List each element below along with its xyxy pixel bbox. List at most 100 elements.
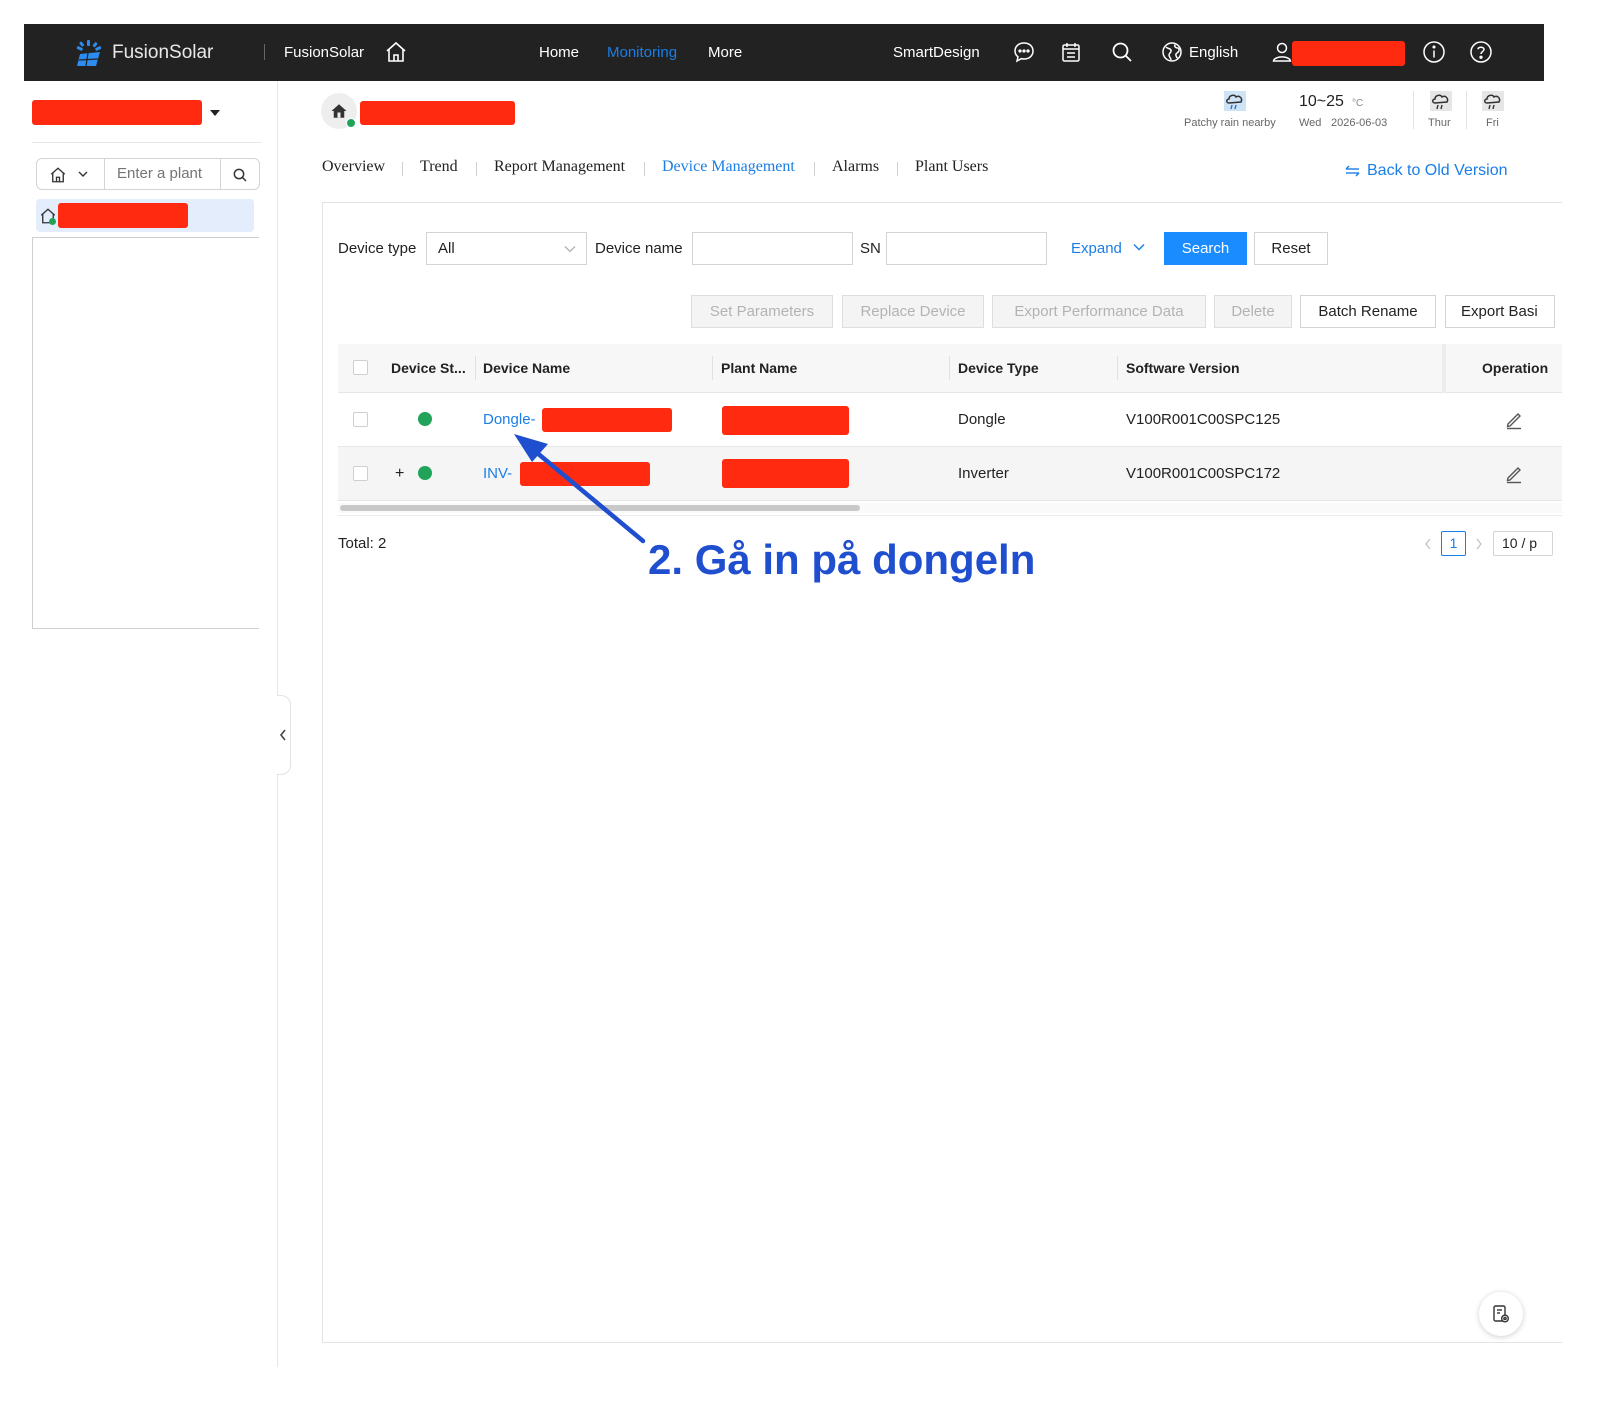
page-size-select[interactable]: 10 / p: [1493, 531, 1553, 556]
home-icon[interactable]: [384, 40, 408, 64]
nav-monitoring[interactable]: Monitoring: [607, 24, 677, 81]
rain-cloud-icon: [1482, 91, 1504, 111]
plant-house-icon: [331, 104, 347, 118]
chevron-right-icon[interactable]: [1474, 538, 1484, 550]
sn-label: SN: [860, 240, 881, 257]
chevron-down-icon[interactable]: [78, 170, 88, 178]
software-version-cell: V100R001C00SPC172: [1126, 465, 1281, 482]
language-selector[interactable]: English: [1189, 24, 1238, 81]
divider: [104, 159, 105, 189]
divider: [1413, 91, 1414, 129]
plant-type-home-icon[interactable]: [49, 166, 67, 184]
app-name[interactable]: FusionSolar: [284, 24, 364, 81]
weather-day: Wed: [1299, 117, 1322, 129]
plant-name-redacted: [58, 203, 188, 228]
divider: [264, 44, 265, 60]
plant-name-redacted: [722, 406, 849, 435]
weather-description: Patchy rain nearby: [1184, 117, 1276, 129]
status-online-dot: [418, 466, 432, 480]
device-name-label: Device name: [595, 240, 683, 257]
page-1-button[interactable]: 1: [1441, 531, 1466, 556]
chat-icon[interactable]: [1012, 40, 1036, 64]
chevron-left-icon[interactable]: [1423, 538, 1433, 550]
calendar-icon[interactable]: [1059, 40, 1083, 64]
search-icon[interactable]: [1110, 40, 1134, 64]
set-parameters-button[interactable]: Set Parameters: [691, 295, 833, 328]
temperature-range: 10~25: [1299, 93, 1344, 110]
tab-report-management[interactable]: Report Management: [494, 158, 625, 176]
globe-icon[interactable]: [1160, 40, 1184, 64]
plant-avatar: [321, 93, 357, 129]
export-performance-data-button[interactable]: Export Performance Data: [992, 295, 1206, 328]
edit-pencil-icon[interactable]: [1504, 410, 1524, 430]
document-settings-icon: [1493, 1305, 1509, 1323]
batch-rename-button[interactable]: Batch Rename: [1300, 295, 1436, 328]
plant-status-dot: [49, 218, 56, 225]
column-software-version[interactable]: Software Version: [1126, 344, 1240, 392]
temperature-unit: °C: [1352, 98, 1364, 109]
row-checkbox[interactable]: [353, 412, 368, 427]
expand-row-toggle[interactable]: +: [395, 447, 404, 500]
caret-down-icon[interactable]: [209, 108, 221, 118]
info-icon[interactable]: [1422, 40, 1446, 64]
tab-device-management[interactable]: Device Management: [662, 158, 795, 176]
plant-search-input[interactable]: [109, 160, 217, 187]
reset-button[interactable]: Reset: [1254, 232, 1328, 265]
top-navigation-bar: FusionSolar FusionSolar Home Monitoring …: [24, 24, 1544, 81]
plant-tree-list: [32, 237, 259, 629]
smartdesign-link[interactable]: SmartDesign: [893, 24, 980, 81]
delete-button[interactable]: Delete: [1214, 295, 1292, 328]
switch-arrows-icon[interactable]: [1345, 164, 1360, 178]
back-to-old-version-link[interactable]: Back to Old Version: [1367, 162, 1508, 180]
export-basic-button[interactable]: Export Basi: [1445, 295, 1555, 328]
device-name-input[interactable]: [692, 232, 853, 265]
device-type-value: All: [438, 240, 455, 257]
expand-toggle[interactable]: Expand: [1071, 240, 1122, 257]
tab-overview[interactable]: Overview: [322, 158, 385, 176]
chevron-down-icon[interactable]: [1133, 243, 1145, 251]
row-checkbox[interactable]: [353, 466, 368, 481]
status-online-dot: [418, 412, 432, 426]
tab-alarms[interactable]: Alarms: [832, 158, 879, 176]
org-selector-redacted[interactable]: [32, 100, 202, 125]
plant-search: [36, 158, 260, 190]
forecast-day: Fri: [1486, 117, 1499, 129]
user-icon[interactable]: [1270, 40, 1294, 64]
search-button[interactable]: Search: [1164, 232, 1247, 265]
annotation-instruction: 2. Gå in på dongeln: [648, 536, 1036, 583]
nav-home[interactable]: Home: [539, 24, 579, 81]
plant-tree-item[interactable]: [36, 199, 254, 232]
brand-name: FusionSolar: [112, 42, 214, 63]
device-type-cell: Inverter: [958, 465, 1009, 482]
chevron-left-icon: [279, 729, 286, 741]
floating-feedback-button[interactable]: [1479, 1292, 1523, 1336]
divider: [220, 159, 221, 189]
help-icon[interactable]: [1469, 40, 1493, 64]
select-all-checkbox[interactable]: [353, 360, 368, 375]
column-plant-name[interactable]: Plant Name: [721, 344, 797, 392]
replace-device-button[interactable]: Replace Device: [842, 295, 984, 328]
sidebar-collapse-handle[interactable]: [277, 695, 291, 775]
column-device-type[interactable]: Device Type: [958, 344, 1039, 392]
column-device-status[interactable]: Device St...: [391, 344, 466, 392]
device-table-header: Device St... Device Name Plant Name Devi…: [338, 344, 1562, 393]
fusionsolar-logo-icon: [76, 40, 102, 67]
rain-cloud-icon: [1430, 91, 1452, 111]
nav-more[interactable]: More: [708, 24, 742, 81]
device-type-cell: Dongle: [958, 411, 1006, 428]
edit-pencil-icon[interactable]: [1504, 464, 1524, 484]
rain-cloud-icon: [1224, 91, 1246, 111]
device-type-select[interactable]: All: [426, 232, 587, 265]
column-device-name[interactable]: Device Name: [483, 344, 570, 392]
device-type-label: Device type: [338, 240, 417, 257]
tab-plant-users[interactable]: Plant Users: [915, 158, 988, 176]
sn-input[interactable]: [886, 232, 1047, 265]
weather-date: 2026-06-03: [1331, 117, 1388, 129]
chevron-down-icon: [564, 246, 576, 253]
search-icon[interactable]: [232, 167, 248, 183]
plant-online-dot: [346, 118, 356, 128]
plant-title-redacted: [360, 101, 515, 125]
divider: [32, 142, 262, 143]
tab-trend[interactable]: Trend: [420, 158, 458, 176]
forecast-day: Thur: [1428, 117, 1451, 129]
